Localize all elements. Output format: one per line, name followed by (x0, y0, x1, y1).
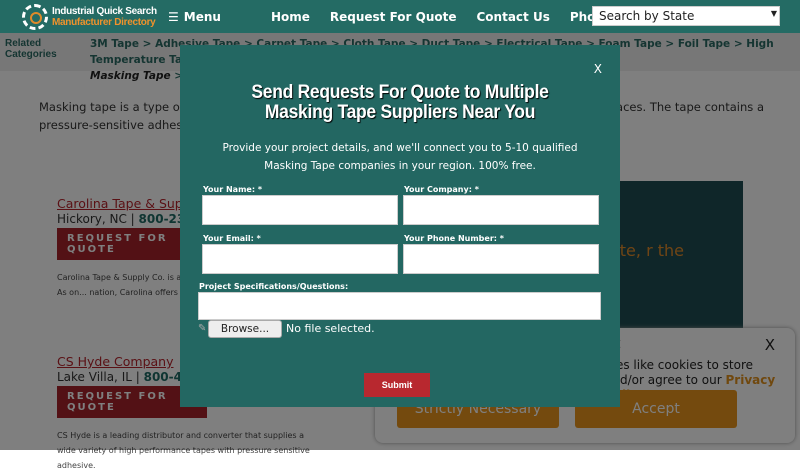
modal-close-button[interactable]: X (594, 62, 602, 76)
browse-button[interactable]: Browse... (208, 320, 282, 338)
logo[interactable]: Industrial Quick Search Manufacturer Dire… (22, 3, 162, 30)
gear-magnifier-icon (22, 3, 48, 30)
menu-label: Menu (183, 9, 221, 24)
state-select[interactable]: Search by State ▼ (592, 6, 780, 26)
logo-line2: Manufacturer Directory (52, 16, 156, 28)
rfq-modal: X Send Requests For Quote to Multiple Ma… (180, 45, 620, 407)
hamburger-icon: ☰ (168, 9, 179, 24)
phone-input[interactable] (403, 244, 599, 274)
dropdown-arrow-icon: ▼ (770, 9, 777, 18)
modal-title: Send Requests For Quote to Multiple Mask… (251, 82, 549, 123)
company-input[interactable] (403, 195, 599, 225)
menu-button[interactable]: ☰ Menu (168, 10, 221, 24)
name-input[interactable] (202, 195, 398, 225)
paperclip-icon: ✎ (198, 323, 207, 334)
nav-home[interactable]: Home (271, 10, 310, 24)
phone-label: Your Phone Number: * (404, 234, 504, 243)
email-input[interactable] (202, 244, 398, 274)
modal-description: Provide your project details, and we'll … (222, 142, 578, 172)
site-header: Industrial Quick Search Manufacturer Dire… (0, 0, 800, 33)
company-label: Your Company: * (404, 185, 479, 194)
email-label: Your Email: * (203, 234, 261, 243)
nav-request-quote[interactable]: Request For Quote (330, 10, 457, 24)
spec-textarea[interactable] (198, 292, 601, 320)
file-status: No file selected. (286, 322, 375, 335)
spec-label: Project Specifications/Questions: (199, 282, 349, 291)
submit-button[interactable]: Submit (364, 373, 430, 397)
name-label: Your Name: * (203, 185, 263, 194)
state-select-value: Search by State (599, 9, 695, 23)
logo-line1: Industrial Quick Search (52, 5, 157, 17)
nav-contact[interactable]: Contact Us (477, 10, 550, 24)
